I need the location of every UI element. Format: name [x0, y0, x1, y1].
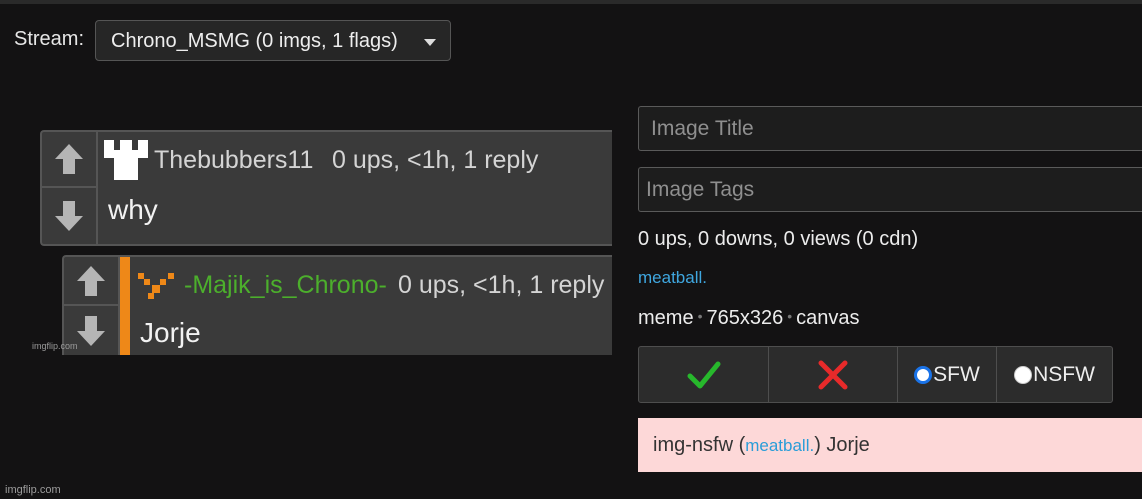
- flag-notice: img-nsfw (meatball.) Jorje: [638, 418, 1142, 472]
- comment-text: Jorje: [140, 317, 201, 348]
- uploader-link[interactable]: meatball.: [638, 268, 707, 288]
- stream-label: Stream:: [14, 28, 85, 50]
- image-dimensions: 765x326: [706, 307, 784, 329]
- separator: •: [697, 308, 703, 324]
- user-avatar-icon: [138, 273, 174, 299]
- sfw-option[interactable]: SFW: [897, 346, 997, 403]
- downvote-arrow-icon: [77, 315, 105, 346]
- footer-watermark: imgflip.com: [5, 484, 61, 496]
- image-title-input[interactable]: Image Title: [638, 106, 1142, 151]
- reject-button[interactable]: [768, 346, 898, 403]
- top-border: [0, 0, 1142, 4]
- comment-username: -Majik_is_Chrono-: [184, 271, 387, 299]
- nsfw-radio[interactable]: [1014, 365, 1033, 384]
- image-source: canvas: [796, 307, 860, 329]
- image-title-placeholder: Image Title: [651, 117, 754, 140]
- reply-bar: [120, 257, 130, 355]
- stream-select-value: Chrono_MSMG (0 imgs, 1 flags): [111, 30, 398, 52]
- upvote-arrow-icon: [77, 265, 105, 296]
- comment-meta: 0 ups, <1h, 1 reply: [332, 146, 539, 174]
- stream-select[interactable]: Chrono_MSMG (0 imgs, 1 flags): [95, 20, 451, 61]
- close-icon: [818, 360, 848, 389]
- meme-reply: -Majik_is_Chrono- 0 ups, <1h, 1 reply Jo…: [62, 255, 612, 355]
- image-tags-placeholder: Image Tags: [646, 178, 755, 201]
- comment-text: why: [108, 194, 158, 225]
- comment-username: Thebubbers11: [154, 146, 314, 174]
- flag-user-link[interactable]: meatball.: [745, 436, 814, 455]
- nsfw-option[interactable]: NSFW: [996, 346, 1113, 403]
- comment-meta: 0 ups, <1h, 1 reply: [398, 271, 605, 299]
- meme-image: Thebubbers11 0 ups, <1h, 1 reply why -Ma…: [0, 100, 612, 360]
- flag-suffix: ) Jorje: [814, 434, 870, 456]
- sfw-label: SFW: [933, 362, 980, 386]
- vote-column: [42, 132, 98, 244]
- image-info: meme • 765x326 • canvas: [638, 307, 860, 330]
- caret-down-icon: [424, 39, 436, 46]
- meme-comment: Thebubbers11 0 ups, <1h, 1 reply why: [40, 130, 612, 246]
- upvote-arrow-icon: [55, 144, 83, 174]
- separator: •: [787, 308, 793, 324]
- sfw-radio[interactable]: [914, 365, 933, 384]
- checkmark-icon: [687, 361, 720, 388]
- nsfw-label: NSFW: [1033, 362, 1095, 386]
- image-tags-input[interactable]: Image Tags: [638, 167, 1142, 212]
- user-avatar-icon: [104, 140, 148, 180]
- downvote-arrow-icon: [55, 201, 83, 231]
- meme-watermark: imgflip.com: [32, 341, 78, 351]
- image-stats: 0 ups, 0 downs, 0 views (0 cdn): [638, 228, 919, 250]
- flag-prefix: img-nsfw (: [653, 434, 746, 456]
- image-type: meme: [638, 307, 694, 329]
- approve-button[interactable]: [638, 346, 769, 403]
